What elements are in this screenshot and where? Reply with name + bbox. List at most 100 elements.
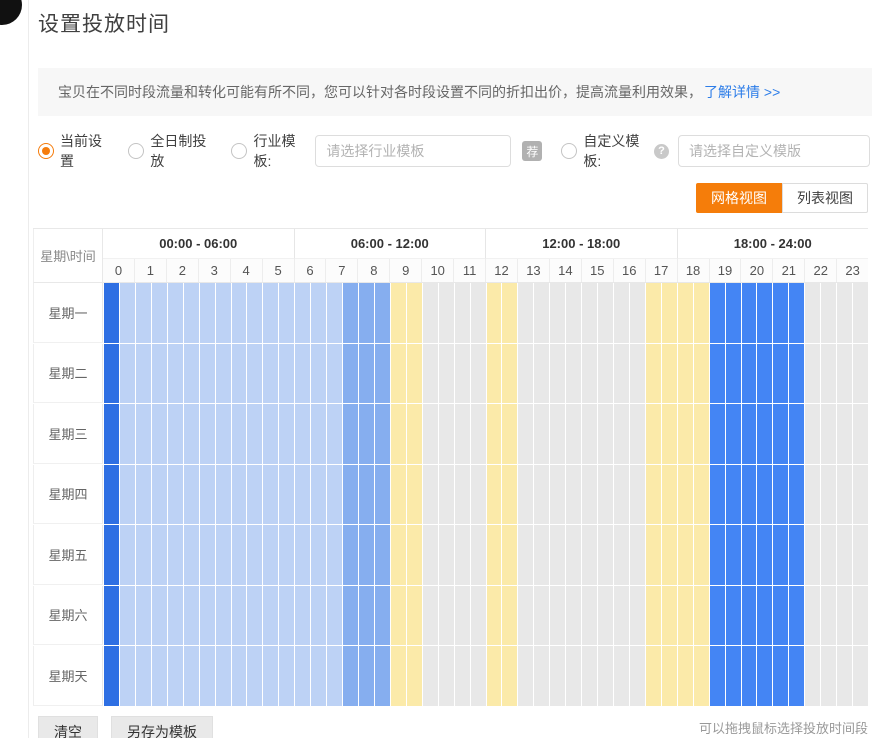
time-cell[interactable]: [853, 465, 868, 525]
time-cell[interactable]: [216, 283, 231, 343]
tab-list-view[interactable]: 列表视图: [782, 183, 868, 213]
time-cell[interactable]: [168, 404, 183, 464]
time-cell[interactable]: [391, 586, 406, 646]
radio-current-setting[interactable]: 当前设置: [38, 131, 109, 171]
time-cell[interactable]: [518, 646, 533, 706]
time-cell[interactable]: [247, 344, 262, 404]
time-cell[interactable]: [407, 586, 422, 646]
time-cell[interactable]: [805, 646, 820, 706]
time-cell[interactable]: [487, 525, 502, 585]
custom-template-input[interactable]: [678, 135, 870, 167]
time-cell[interactable]: [343, 465, 358, 525]
time-cell[interactable]: [375, 586, 390, 646]
time-cell[interactable]: [375, 646, 390, 706]
time-cell[interactable]: [630, 586, 645, 646]
time-cell[interactable]: [502, 525, 517, 585]
time-cell[interactable]: [455, 465, 470, 525]
time-cell[interactable]: [327, 283, 342, 343]
time-cell[interactable]: [646, 586, 661, 646]
time-cell[interactable]: [327, 525, 342, 585]
time-cell[interactable]: [550, 586, 565, 646]
time-cell[interactable]: [216, 465, 231, 525]
time-cell[interactable]: [678, 404, 693, 464]
time-cell[interactable]: [455, 404, 470, 464]
time-cell[interactable]: [152, 344, 167, 404]
time-cell[interactable]: [391, 646, 406, 706]
time-cell[interactable]: [407, 525, 422, 585]
time-cell[interactable]: [662, 283, 677, 343]
time-cell[interactable]: [789, 586, 804, 646]
help-icon[interactable]: ?: [654, 144, 669, 159]
time-cell[interactable]: [614, 283, 629, 343]
time-cell[interactable]: [566, 344, 581, 404]
time-cell[interactable]: [152, 404, 167, 464]
time-cell[interactable]: [232, 283, 247, 343]
time-cell[interactable]: [598, 465, 613, 525]
time-cell[interactable]: [534, 344, 549, 404]
time-cell[interactable]: [136, 283, 151, 343]
time-cell[interactable]: [263, 404, 278, 464]
time-cell[interactable]: [805, 465, 820, 525]
time-cell[interactable]: [359, 525, 374, 585]
time-cell[interactable]: [773, 404, 788, 464]
time-cell[interactable]: [359, 586, 374, 646]
time-cell[interactable]: [582, 344, 597, 404]
time-cell[interactable]: [534, 525, 549, 585]
time-cell[interactable]: [630, 465, 645, 525]
time-cell[interactable]: [742, 344, 757, 404]
time-cell[interactable]: [311, 646, 326, 706]
time-cell[interactable]: [216, 404, 231, 464]
time-cell[interactable]: [359, 404, 374, 464]
time-cell[interactable]: [757, 283, 772, 343]
time-cell[interactable]: [184, 646, 199, 706]
time-cell[interactable]: [566, 646, 581, 706]
time-cell[interactable]: [662, 646, 677, 706]
time-cell[interactable]: [439, 283, 454, 343]
time-cell[interactable]: [247, 283, 262, 343]
time-cell[interactable]: [232, 646, 247, 706]
time-cell[interactable]: [247, 465, 262, 525]
time-cell[interactable]: [279, 344, 294, 404]
time-cell[interactable]: [630, 525, 645, 585]
time-cell[interactable]: [247, 525, 262, 585]
time-cell[interactable]: [423, 465, 438, 525]
time-cell[interactable]: [678, 525, 693, 585]
time-cell[interactable]: [311, 283, 326, 343]
time-cell[interactable]: [742, 525, 757, 585]
radio-industry-template[interactable]: 行业模板:: [231, 131, 306, 171]
time-cell[interactable]: [184, 344, 199, 404]
time-cell[interactable]: [247, 646, 262, 706]
time-cell[interactable]: [359, 344, 374, 404]
time-cell[interactable]: [726, 465, 741, 525]
time-cell[interactable]: [710, 465, 725, 525]
time-cell[interactable]: [630, 344, 645, 404]
time-cell[interactable]: [184, 586, 199, 646]
time-cell[interactable]: [311, 404, 326, 464]
time-cell[interactable]: [534, 586, 549, 646]
time-cell[interactable]: [742, 283, 757, 343]
time-cell[interactable]: [279, 465, 294, 525]
time-cell[interactable]: [439, 404, 454, 464]
time-cell[interactable]: [471, 525, 486, 585]
time-cell[interactable]: [295, 283, 310, 343]
time-cell[interactable]: [343, 525, 358, 585]
time-cell[interactable]: [311, 525, 326, 585]
clear-button[interactable]: 清空: [38, 716, 98, 738]
time-cell[interactable]: [168, 465, 183, 525]
time-cell[interactable]: [104, 465, 119, 525]
time-cell[interactable]: [710, 404, 725, 464]
time-cell[interactable]: [471, 344, 486, 404]
time-cell[interactable]: [694, 404, 709, 464]
time-cell[interactable]: [279, 525, 294, 585]
time-cell[interactable]: [853, 283, 868, 343]
time-cell[interactable]: [455, 283, 470, 343]
time-cell[interactable]: [295, 525, 310, 585]
time-cell[interactable]: [343, 404, 358, 464]
time-cell[interactable]: [423, 646, 438, 706]
time-cell[interactable]: [742, 586, 757, 646]
time-cell[interactable]: [821, 646, 836, 706]
time-cell[interactable]: [184, 465, 199, 525]
time-cell[interactable]: [120, 404, 135, 464]
time-cell[interactable]: [487, 586, 502, 646]
time-cell[interactable]: [216, 525, 231, 585]
